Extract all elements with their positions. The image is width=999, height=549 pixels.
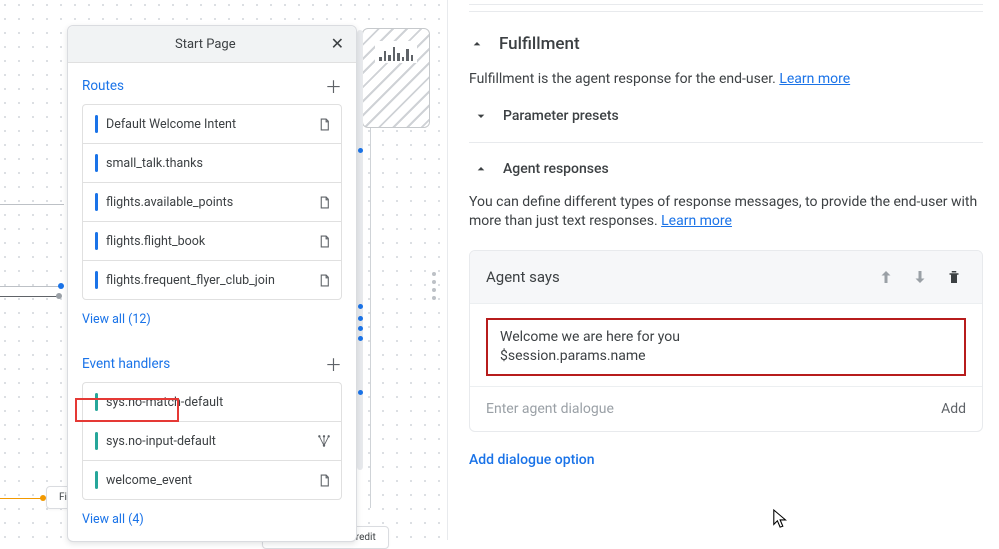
route-label: flights.frequent_flyer_club_join (106, 273, 318, 288)
move-down-icon[interactable] (908, 265, 932, 289)
agent-responses-title: Agent responses (503, 161, 609, 177)
handlers-view-all-link[interactable]: View all (4) (68, 504, 356, 541)
chevron-up-icon (473, 161, 489, 177)
agent-says-card-header: Agent says (470, 251, 982, 303)
flow-box[interactable] (362, 28, 430, 128)
routes-view-all-link[interactable]: View all (12) (68, 304, 356, 341)
route-label: Default Welcome Intent (106, 117, 318, 132)
route-label: small_talk.thanks (106, 156, 318, 171)
routes-list: Default Welcome Intent small_talk.thanks… (68, 104, 356, 304)
route-label: flights.flight_book (106, 234, 318, 249)
canvas-scrollbar[interactable] (357, 30, 363, 470)
panel-resize-handle[interactable] (432, 272, 436, 300)
handler-label: sys.no-match-default (106, 395, 318, 410)
add-route-icon[interactable]: ＋ (325, 73, 342, 98)
agent-responses-header[interactable]: Agent responses (473, 161, 983, 177)
chevron-down-icon (473, 108, 489, 124)
handler-label: sys.no-input-default (106, 434, 317, 449)
agent-responses-learn-more-link[interactable]: Learn more (661, 213, 732, 229)
add-dialogue-button[interactable]: Add (941, 401, 966, 417)
close-icon[interactable]: ✕ (331, 36, 344, 52)
add-dialogue-option-link[interactable]: Add dialogue option (469, 432, 983, 468)
handler-label: welcome_event (106, 473, 318, 488)
branch-icon (317, 434, 331, 448)
event-handler-item[interactable]: sys.no-match-default (82, 382, 342, 421)
fulfillment-desc-text: Fulfillment is the agent response for th… (469, 71, 779, 87)
event-handlers-label: Event handlers (82, 356, 170, 372)
route-item[interactable]: Default Welcome Intent (82, 104, 342, 143)
routes-label: Routes (82, 78, 124, 94)
route-item[interactable]: flights.flight_book (82, 221, 342, 260)
chevron-up-icon (469, 36, 485, 52)
fulfillment-learn-more-link[interactable]: Learn more (779, 71, 850, 87)
agent-responses-description: You can define different types of respon… (469, 193, 983, 232)
parameter-presets-header[interactable]: Parameter presets (473, 108, 983, 124)
fulfillment-panel: Fulfillment Fulfillment is the agent res… (447, 0, 999, 540)
route-item[interactable]: flights.available_points (82, 182, 342, 221)
page-icon (318, 273, 331, 288)
page-icon (318, 117, 331, 132)
agent-dialogue-input[interactable]: Enter agent dialogue (486, 401, 614, 417)
route-item[interactable]: small_talk.thanks (82, 143, 342, 182)
move-up-icon[interactable] (874, 265, 898, 289)
mouse-cursor-icon (772, 508, 790, 530)
flow-canvas[interactable]: Find Paid Ticket Display Account Credit … (0, 0, 447, 540)
event-handler-item-welcome-event[interactable]: welcome_event (82, 460, 342, 500)
agent-says-card: Agent says Welcome we are here for you $… (469, 250, 983, 432)
delete-icon[interactable] (942, 265, 966, 289)
flow-box-bars (375, 41, 417, 63)
event-handlers-section-header: Event handlers ＋ (68, 341, 356, 382)
fulfillment-section-header[interactable]: Fulfillment (469, 34, 983, 54)
routes-section-header: Routes ＋ (68, 63, 356, 104)
event-handler-item[interactable]: sys.no-input-default (82, 421, 342, 460)
route-label: flights.available_points (106, 195, 318, 210)
agent-dialogue-text[interactable]: Welcome we are here for you $session.par… (486, 318, 966, 376)
fulfillment-title: Fulfillment (499, 34, 580, 54)
route-item[interactable]: flights.frequent_flyer_club_join (82, 260, 342, 300)
fulfillment-description: Fulfillment is the agent response for th… (469, 70, 983, 90)
page-icon (318, 473, 331, 488)
start-page-title: Start Page (80, 37, 331, 52)
page-icon (318, 234, 331, 249)
start-page-header: Start Page ✕ (68, 26, 356, 63)
parameter-presets-title: Parameter presets (503, 108, 619, 124)
agent-says-title: Agent says (486, 268, 560, 286)
page-icon (318, 195, 331, 210)
start-page-card: Start Page ✕ Routes ＋ Default Welcome In… (67, 25, 357, 542)
add-event-handler-icon[interactable]: ＋ (325, 351, 342, 376)
event-handlers-list: sys.no-match-default sys.no-input-defaul… (68, 382, 356, 504)
